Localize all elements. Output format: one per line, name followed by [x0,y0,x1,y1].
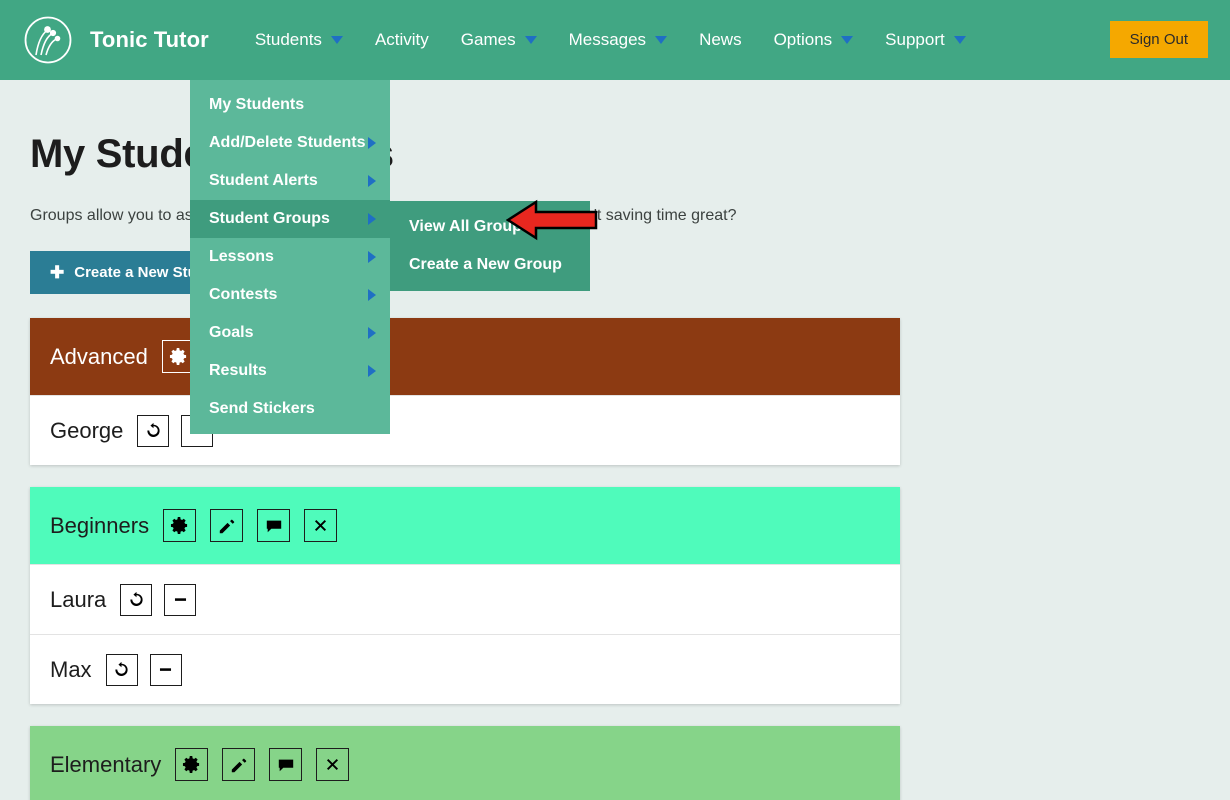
menu-item-label: Goals [209,324,253,342]
top-navbar: Tonic Tutor Students Activity Games Mess… [0,0,1230,80]
student-reset-button[interactable] [137,415,169,447]
menu-item-label: Lessons [209,248,274,266]
menu-item-label: Add/Delete Students [209,134,365,152]
chevron-down-icon [655,36,667,44]
chevron-right-icon [368,289,376,301]
nav-items: Students Activity Games Messages News Op… [239,0,982,80]
nav-item-games[interactable]: Games [445,0,553,80]
chevron-right-icon [368,365,376,377]
plus-icon: ✚ [50,264,64,281]
menu-item-label: My Students [209,96,304,114]
chevron-right-icon [368,175,376,187]
menu-item-label: Send Stickers [209,400,315,418]
close-icon [312,517,329,534]
nav-item-label: Messages [569,30,646,50]
student-name: Laura [50,587,106,613]
group-message-button[interactable] [257,509,290,542]
group-edit-button[interactable] [210,509,243,542]
nav-item-label: Options [774,30,833,50]
refresh-icon [128,591,145,608]
group-settings-button[interactable] [175,748,208,781]
menu-item-lessons[interactable]: Lessons [190,238,390,276]
nav-item-activity[interactable]: Activity [359,0,445,80]
chevron-right-icon [368,327,376,339]
menu-item-student-groups[interactable]: Student Groups [190,200,390,238]
menu-item-add-delete-students[interactable]: Add/Delete Students [190,124,390,162]
group-header: Advanced [30,318,900,395]
menu-item-my-students[interactable]: My Students [190,86,390,124]
group-card: Advanced George [30,318,900,465]
pencil-icon [230,756,248,774]
group-name: Advanced [50,344,148,370]
group-name: Elementary [50,752,161,778]
chevron-right-icon [368,251,376,263]
submenu-item-view-all-groups[interactable]: View All Groups [390,208,590,246]
minus-icon [172,591,189,608]
student-remove-button[interactable] [164,584,196,616]
brand-title[interactable]: Tonic Tutor [90,27,209,53]
chevron-down-icon [525,36,537,44]
nav-item-label: Support [885,30,945,50]
nav-item-label: Activity [375,30,429,50]
student-reset-button[interactable] [120,584,152,616]
student-row: Max [30,634,900,704]
group-message-button[interactable] [269,748,302,781]
refresh-icon [113,661,130,678]
nav-item-messages[interactable]: Messages [553,0,683,80]
chevron-down-icon [954,36,966,44]
close-icon [324,756,341,773]
student-groups-submenu: View All Groups Create a New Group [390,201,590,291]
students-dropdown-menu: My Students Add/Delete Students Student … [190,80,390,434]
sign-out-button[interactable]: Sign Out [1110,21,1208,58]
menu-item-label: Student Groups [209,210,330,228]
group-header: Elementary [30,726,900,800]
chevron-down-icon [331,36,343,44]
menu-item-student-alerts[interactable]: Student Alerts [190,162,390,200]
menu-item-goals[interactable]: Goals [190,314,390,352]
group-name: Beginners [50,513,149,539]
menu-item-label: Student Alerts [209,172,318,190]
refresh-icon [145,422,162,439]
page-content: My Student Groups Groups allow you to as… [0,132,1230,800]
student-row: George [30,395,900,465]
menu-item-contests[interactable]: Contests [190,276,390,314]
group-card: Beginners Laura [30,487,900,704]
group-settings-button[interactable] [163,509,196,542]
message-icon [277,756,295,774]
nav-item-news[interactable]: News [683,0,758,80]
minus-icon [157,661,174,678]
gear-icon [182,755,201,774]
submenu-item-label: View All Groups [409,218,531,236]
menu-item-label: Contests [209,286,277,304]
group-edit-button[interactable] [222,748,255,781]
student-remove-button[interactable] [150,654,182,686]
nav-item-support[interactable]: Support [869,0,982,80]
student-name: Max [50,657,92,683]
group-delete-button[interactable] [316,748,349,781]
group-card: Elementary Thomas [30,726,900,800]
nav-item-students[interactable]: Students [239,0,359,80]
tonic-tutor-circle-logo-icon[interactable] [22,14,74,66]
student-reset-button[interactable] [106,654,138,686]
student-name: George [50,418,123,444]
group-delete-button[interactable] [304,509,337,542]
submenu-item-create-a-new-group[interactable]: Create a New Group [390,246,590,284]
group-header: Beginners [30,487,900,564]
chevron-right-icon [368,213,376,225]
menu-item-label: Results [209,362,267,380]
pencil-icon [218,517,236,535]
nav-item-label: Games [461,30,516,50]
nav-item-label: News [699,30,742,50]
gear-icon [170,516,189,535]
message-icon [265,517,283,535]
submenu-item-label: Create a New Group [409,256,562,274]
nav-item-label: Students [255,30,322,50]
chevron-right-icon [368,137,376,149]
gear-icon [169,347,188,366]
menu-item-send-stickers[interactable]: Send Stickers [190,390,390,428]
chevron-down-icon [841,36,853,44]
nav-item-options[interactable]: Options [758,0,870,80]
menu-item-results[interactable]: Results [190,352,390,390]
student-row: Laura [30,564,900,634]
